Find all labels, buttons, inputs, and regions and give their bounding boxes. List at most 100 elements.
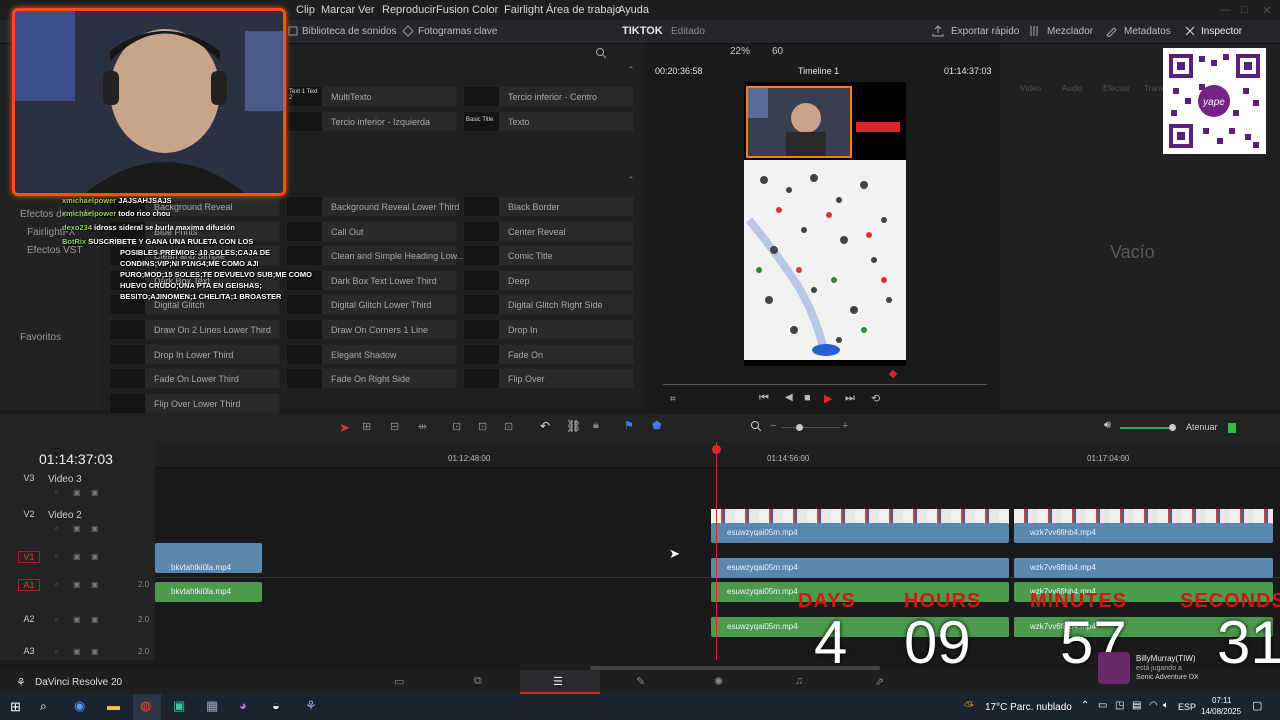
- clip-toggle-icon[interactable]: ▣: [73, 647, 81, 656]
- track-name[interactable]: Video 2: [48, 510, 82, 521]
- marker-icon[interactable]: ⬟: [652, 419, 662, 432]
- effect-tile[interactable]: Center Reveal: [463, 220, 634, 242]
- insert-clip-icon[interactable]: ⊡: [452, 420, 461, 433]
- zoom-out-icon[interactable]: −: [770, 420, 776, 432]
- search-icon[interactable]: [595, 47, 607, 59]
- lock-icon[interactable]: ▫: [55, 647, 58, 656]
- timeline-clip[interactable]: esuwzyqai05m.mp4: [711, 523, 1009, 543]
- timeline-clip[interactable]: bkvtahtki0la.mp4: [155, 543, 262, 573]
- davinci-taskbar-icon[interactable]: ⚘: [305, 698, 317, 714]
- effect-tile[interactable]: Draw On 2 Lines Lower Third: [109, 319, 280, 340]
- volume-slider[interactable]: [1120, 427, 1174, 429]
- flag-icon[interactable]: ⚑: [624, 419, 634, 432]
- clip-thumbnail-strip[interactable]: [1014, 509, 1273, 524]
- track-id[interactable]: V1: [18, 551, 40, 563]
- tray-app-icon[interactable]: ◳: [1115, 700, 1124, 711]
- track-toggle-icon[interactable]: ▣: [91, 647, 99, 656]
- clock-date[interactable]: 14/08/2025: [1201, 707, 1241, 716]
- blade-tool-icon[interactable]: ⊟: [390, 420, 399, 433]
- attenuate-button[interactable]: Atenuar: [1186, 422, 1218, 432]
- zoom-in-icon[interactable]: +: [842, 420, 848, 432]
- go-to-start-icon[interactable]: ⏮: [759, 392, 769, 405]
- copilot-icon[interactable]: ◉: [74, 698, 85, 714]
- tray-app-icon[interactable]: ▤: [1132, 700, 1141, 711]
- menu-marcar[interactable]: Marcar: [321, 4, 355, 16]
- lock-icon[interactable]: ▫: [55, 615, 58, 624]
- effect-tile[interactable]: Tercio inferior - Izquierda: [286, 111, 457, 132]
- weather-text[interactable]: 17°C Parc. nublado: [985, 702, 1072, 713]
- effect-tile[interactable]: Flip Over: [463, 368, 634, 390]
- effect-tile[interactable]: Tercio inferior - Centro: [463, 86, 634, 107]
- discord-icon[interactable]: ◕: [239, 698, 247, 713]
- effect-tile[interactable]: Clean and Simple Heading Low...: [286, 245, 464, 267]
- maximize-icon[interactable]: □: [1241, 4, 1248, 16]
- menu-ver[interactable]: Ver: [358, 4, 375, 16]
- track-toggle-icon[interactable]: ▣: [91, 488, 99, 497]
- timeline-audio-clip[interactable]: bkvtahtki0la.mp4: [155, 582, 262, 602]
- obs-icon[interactable]: ◒: [272, 698, 280, 713]
- stop-icon[interactable]: ■: [804, 392, 811, 404]
- play-reverse-icon[interactable]: ◀: [785, 392, 793, 403]
- track-toggle-icon[interactable]: ▣: [91, 524, 99, 533]
- volume-slider-handle[interactable]: [1169, 424, 1176, 431]
- trim-tool-icon[interactable]: ⊞: [362, 420, 371, 433]
- timeline-clip[interactable]: wzk7vv6fihb4.mp4: [1014, 523, 1273, 543]
- effect-tile[interactable]: Drop In Lower Third: [109, 343, 280, 365]
- mixer-button[interactable]: Mezclador: [1047, 26, 1093, 37]
- effect-tile[interactable]: Fade On Lower Third: [109, 368, 280, 390]
- lock-icon[interactable]: 🔒︎: [593, 419, 599, 432]
- clip-toggle-icon[interactable]: ▣: [73, 524, 81, 533]
- menu-workspace[interactable]: Área de trabajo: [546, 4, 621, 16]
- clip-toggle-icon[interactable]: ▣: [73, 552, 81, 561]
- calculator-icon[interactable]: ▦: [206, 698, 218, 714]
- zoom-slider-handle[interactable]: [796, 424, 803, 431]
- track-toggle-icon[interactable]: ▣: [91, 615, 99, 624]
- sidebar-item-favorites[interactable]: Favoritos: [20, 332, 61, 343]
- timeline-clip[interactable]: esuwzyqai05m.mp4: [711, 558, 1009, 578]
- page-fusion-icon[interactable]: ✎: [636, 675, 645, 688]
- playhead-line[interactable]: [716, 442, 717, 660]
- scrubber-playhead[interactable]: [888, 369, 898, 379]
- collapse-section-icon[interactable]: ⌃: [627, 175, 635, 186]
- menu-fusion[interactable]: Fusion: [436, 4, 469, 16]
- lock-icon[interactable]: ▫: [55, 552, 58, 561]
- track-id[interactable]: V3: [18, 473, 40, 483]
- dynamic-trim-icon[interactable]: ⇹: [418, 420, 427, 433]
- sound-library-button[interactable]: Biblioteca de sonidos: [302, 26, 397, 37]
- tray-expand-icon[interactable]: ⌃: [1081, 700, 1089, 711]
- track-toggle-icon[interactable]: ▣: [91, 552, 99, 561]
- close-icon[interactable]: ✕: [1262, 4, 1271, 17]
- menu-color[interactable]: Color: [472, 4, 498, 16]
- clip-toggle-icon[interactable]: ▣: [73, 488, 81, 497]
- lock-icon[interactable]: ▫: [55, 488, 58, 497]
- zoom-level[interactable]: 22%: [730, 46, 750, 57]
- effect-tile[interactable]: Basic Title Texto: [463, 111, 634, 132]
- track-toggle-icon[interactable]: ▣: [91, 580, 99, 589]
- clock-time[interactable]: 07:11: [1212, 696, 1231, 705]
- effect-tile[interactable]: Draw On Corners 1 Line: [286, 319, 457, 340]
- wifi-icon[interactable]: ◠: [1149, 700, 1158, 711]
- menu-reproducir[interactable]: Reproducir: [382, 4, 436, 16]
- page-color-icon[interactable]: ✺: [714, 675, 723, 688]
- zoom-icon[interactable]: [750, 420, 762, 432]
- clip-options-icon[interactable]: ⌗: [670, 394, 676, 405]
- language-indicator[interactable]: ESP: [1178, 702, 1196, 712]
- effect-tile[interactable]: Fade On Right Side: [286, 368, 457, 390]
- linked-selection-icon[interactable]: ⛓: [566, 419, 581, 433]
- menu-help[interactable]: Ayuda: [618, 4, 649, 16]
- track-id[interactable]: V2: [18, 509, 40, 519]
- replace-clip-icon[interactable]: ⊡: [504, 420, 513, 433]
- track-id[interactable]: A1: [18, 579, 40, 591]
- page-media-icon[interactable]: ▭: [394, 675, 404, 688]
- effect-tile[interactable]: Fade On: [463, 343, 634, 365]
- effect-tile[interactable]: Digital Glitch Right Side: [463, 294, 634, 316]
- effect-tile[interactable]: Flip Over Lower Third: [109, 392, 280, 414]
- search-taskbar-icon[interactable]: ⌕: [40, 699, 47, 714]
- collapse-section-icon[interactable]: ⌃: [627, 65, 635, 76]
- effect-tile[interactable]: Drop In: [463, 319, 634, 340]
- clip-thumbnail-strip[interactable]: [711, 509, 1009, 524]
- effect-tile[interactable]: Digital Glitch Lower Third: [286, 294, 457, 316]
- clip-toggle-icon[interactable]: ▣: [73, 615, 81, 624]
- inspector-tab-video[interactable]: Vídeo: [1020, 84, 1041, 93]
- volume-icon[interactable]: 🔊︎: [1104, 419, 1111, 432]
